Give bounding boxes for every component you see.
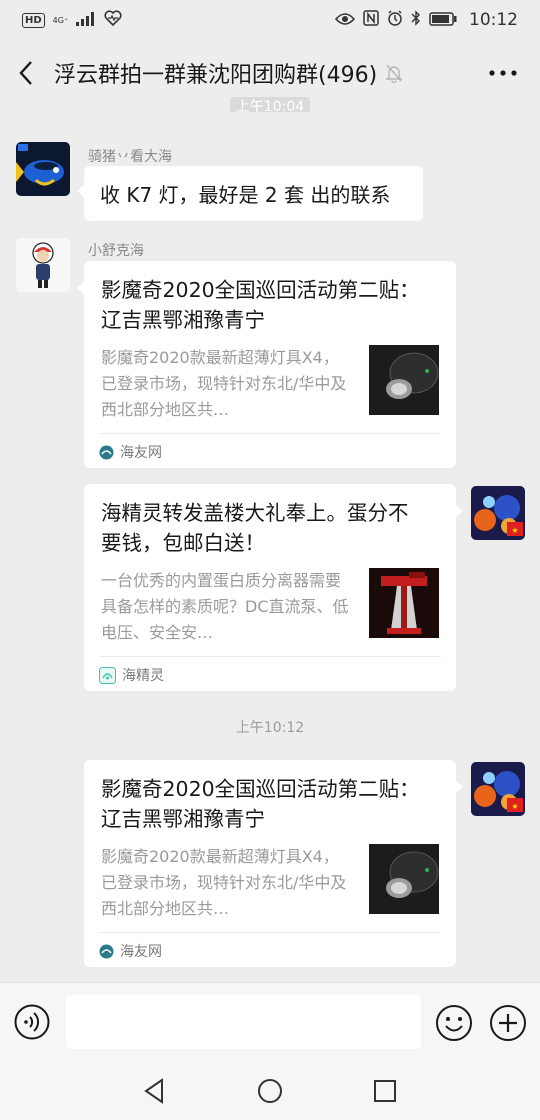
partial-time-divider: 上午10:04: [0, 96, 540, 112]
hd-indicator: HD: [22, 12, 45, 28]
svg-text:★: ★: [511, 802, 518, 811]
card-title: 影魔奇2020全国巡回活动第二贴： 辽吉黑鄂湘豫青宁: [101, 278, 420, 332]
plus-icon: [490, 1005, 526, 1041]
card-source-name: 海友网: [120, 944, 162, 960]
square-recents-icon: [374, 1080, 396, 1102]
status-right: 10:12: [334, 10, 518, 30]
nav-home-button[interactable]: [255, 1076, 285, 1106]
card-title: 海精灵转发盖楼大礼奉上。蛋分不要钱，包邮白送！: [101, 501, 409, 555]
voice-input-button[interactable]: [14, 1004, 50, 1040]
haiyouwang-logo-icon: [99, 445, 114, 459]
status-bar: HD 4G⁺ 10:12: [0, 0, 540, 40]
card-thumbnail: [369, 568, 439, 638]
bluetooth-icon: [411, 10, 421, 30]
card-source: 海友网: [99, 940, 162, 962]
more-options-button[interactable]: [488, 60, 518, 86]
card-source: 海友网: [99, 441, 162, 463]
card-description: 影魔奇2020款最新超薄灯具X4，已登录市场，现特针对东北/华中及西北部分地区共…: [101, 847, 347, 918]
card-thumbnail: [369, 844, 439, 914]
link-card[interactable]: 影魔奇2020全国巡回活动第二贴： 辽吉黑鄂湘豫青宁 影魔奇2020款最新超薄灯…: [77, 261, 456, 468]
haijingling-logo-icon: [99, 666, 116, 684]
message-text: 收 K7 灯，最好是 2 套 出的联系: [100, 183, 391, 207]
card-divider: [99, 932, 441, 933]
partial-time-label: 上午10:04: [229, 97, 311, 112]
more-functions-button[interactable]: [489, 1004, 527, 1042]
nav-back-button[interactable]: [140, 1076, 170, 1106]
alarm-icon: [387, 10, 403, 30]
nav-recents-button[interactable]: [370, 1076, 400, 1106]
nfc-icon: [363, 10, 379, 30]
health-heart-icon: [104, 10, 122, 30]
chevron-left-icon: [19, 61, 32, 85]
card-divider: [99, 433, 441, 434]
more-dots-icon: [489, 70, 517, 76]
time-divider: 上午10:12: [235, 720, 305, 736]
card-source-name: 海精灵: [122, 668, 164, 684]
signal-icon: [76, 11, 96, 30]
card-thumbnail: [369, 345, 439, 415]
sender-name: 骑猪丷看大海: [88, 149, 172, 165]
voice-icon: [14, 1004, 50, 1040]
status-left: HD 4G⁺: [22, 10, 122, 30]
svg-text:★: ★: [511, 526, 518, 535]
my-avatar[interactable]: ★: [471, 486, 525, 540]
haiyouwang-logo-icon: [99, 944, 114, 958]
battery-icon: [429, 11, 457, 30]
input-bar: [0, 982, 540, 1062]
emoji-icon: [436, 1005, 472, 1041]
system-nav-bar: [0, 1062, 540, 1120]
chat-title: 浮云群拍一群兼沈阳团购群(496): [54, 63, 378, 88]
circle-home-icon: [258, 1079, 282, 1103]
mute-bell-icon: [385, 63, 403, 83]
link-card[interactable]: 影魔奇2020全国巡回活动第二贴： 辽吉黑鄂湘豫青宁 影魔奇2020款最新超薄灯…: [84, 760, 463, 967]
sender-name: 小舒克海: [88, 243, 144, 259]
card-description: 影魔奇2020款最新超薄灯具X4，已登录市场，现特针对东北/华中及西北部分地区共…: [101, 348, 347, 419]
triangle-back-icon: [144, 1078, 163, 1104]
avatar[interactable]: [16, 238, 70, 292]
text-message-bubble[interactable]: 收 K7 灯，最好是 2 套 出的联系: [77, 166, 423, 221]
message-input[interactable]: [66, 995, 421, 1049]
card-description: 一台优秀的内置蛋白质分离器需要具备怎样的素质呢？DC直流泵、低电压、安全安…: [101, 571, 349, 642]
avatar[interactable]: [16, 142, 70, 196]
link-card[interactable]: 海精灵转发盖楼大礼奉上。蛋分不要钱，包邮白送！ 一台优秀的内置蛋白质分离器需要具…: [84, 484, 463, 691]
clock: 10:12: [469, 10, 518, 30]
emoji-button[interactable]: [435, 1004, 473, 1042]
card-source: 海精灵: [99, 664, 164, 686]
card-source-name: 海友网: [120, 445, 162, 461]
card-title: 影魔奇2020全国巡回活动第二贴： 辽吉黑鄂湘豫青宁: [101, 777, 420, 831]
my-avatar[interactable]: ★: [471, 762, 525, 816]
network-type: 4G⁺: [52, 15, 69, 25]
eye-icon: [334, 11, 356, 30]
card-divider: [99, 656, 441, 657]
